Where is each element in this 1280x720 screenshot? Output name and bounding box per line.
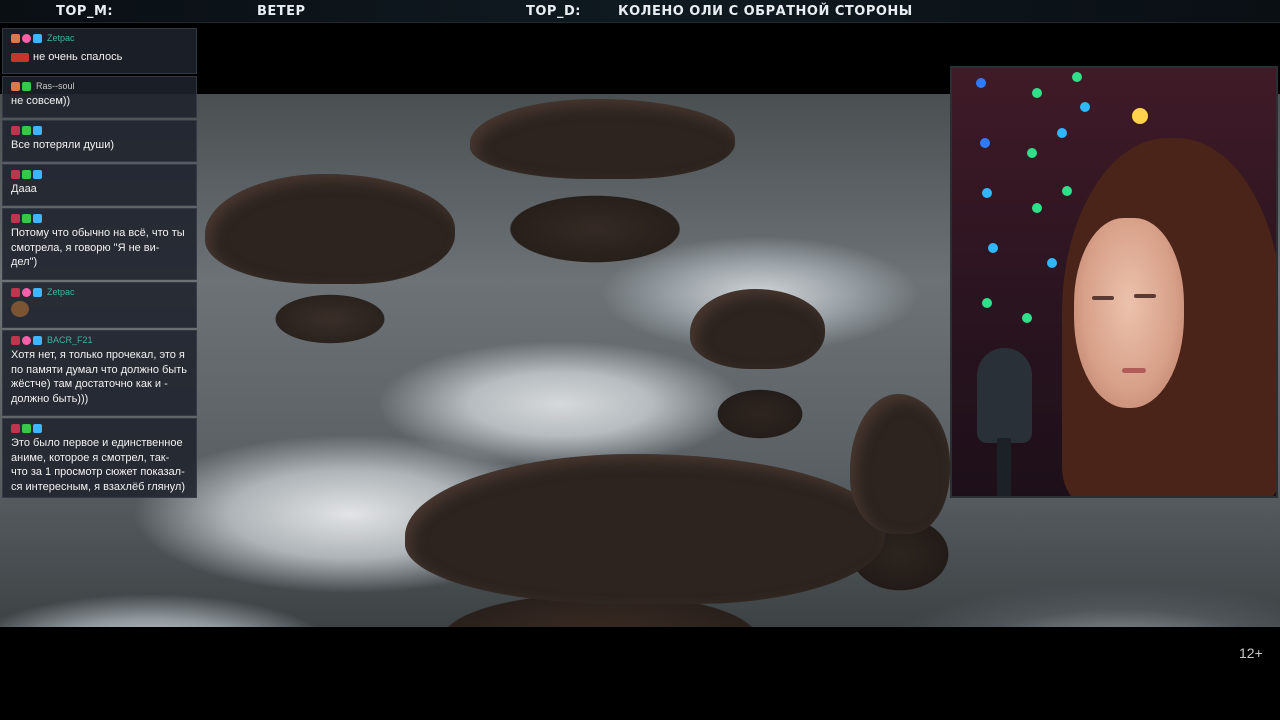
bokeh-light: [980, 138, 990, 148]
bokeh-light: [1080, 102, 1090, 112]
top-d-label: TOP_D:: [526, 4, 581, 19]
sub-badge-icon: [11, 169, 20, 179]
bokeh-light: [988, 243, 998, 253]
chat-message-body: Это было первое и единственное аниме, ко…: [11, 437, 186, 493]
bokeh-light: [1022, 313, 1032, 323]
check-badge-icon: [22, 213, 31, 223]
chat-message-header: [11, 168, 188, 180]
bokeh-light: [1057, 128, 1067, 138]
sub-badge-icon: [11, 335, 20, 345]
chat-message-header: Ras--soul: [11, 80, 188, 92]
chat-username[interactable]: Zetpac: [47, 33, 75, 43]
rock: [405, 454, 885, 604]
check-badge-icon: [22, 423, 31, 433]
heart-badge-icon: [22, 335, 31, 345]
bokeh-light: [982, 188, 992, 198]
microphone-icon: [977, 348, 1032, 443]
chat-message-body: Дааа: [11, 183, 37, 195]
star-badge-icon: [33, 125, 42, 135]
chat-message-header: [11, 212, 188, 224]
chat-message: BACR_F21 Хотя нет, я только прочекал, эт…: [2, 330, 197, 416]
chat-message: Zetpac не очень спалось: [2, 28, 197, 74]
chat-message-header: [11, 422, 188, 434]
bokeh-light: [1027, 148, 1037, 158]
star-badge-icon: [33, 335, 42, 345]
chat-panel: Zetpac не очень спалось Ras--soul не сов…: [2, 28, 197, 500]
emote-icon: [11, 52, 29, 62]
bokeh-light: [1032, 88, 1042, 98]
star-badge-icon: [33, 33, 42, 43]
bokeh-light: [1032, 203, 1042, 213]
rock: [470, 99, 735, 179]
webcam-overlay: [950, 66, 1278, 498]
sub-badge-icon: [11, 423, 20, 433]
sub-badge-icon: [11, 33, 20, 43]
age-rating: 12+: [1239, 645, 1263, 661]
chat-message-body: [11, 298, 188, 322]
bokeh-light: [1072, 72, 1082, 82]
chat-message-header: Zetpac: [11, 286, 188, 298]
chat-username[interactable]: Zetpac: [47, 287, 75, 297]
sub-badge-icon: [11, 213, 20, 223]
bokeh-light: [982, 298, 992, 308]
chat-message: Zetpac: [2, 282, 197, 328]
check-badge-icon: [22, 81, 31, 91]
top-m-label: TOP_M:: [56, 4, 114, 19]
bokeh-light: [1047, 258, 1057, 268]
star-badge-icon: [33, 287, 42, 297]
chat-message-body: Хотя нет, я только прочекал, это я по па…: [11, 349, 188, 405]
check-badge-icon: [22, 169, 31, 179]
chat-username[interactable]: BACR_F21: [47, 335, 93, 345]
bokeh-light: [1062, 186, 1072, 196]
chat-message: Это было первое и единственное аниме, ко…: [2, 418, 197, 498]
top-m-value: ВЕТЕР: [257, 4, 306, 19]
chat-message-body: Все потеряли души): [11, 139, 114, 151]
chat-username[interactable]: Ras--soul: [36, 81, 75, 91]
star-badge-icon: [33, 213, 42, 223]
bokeh-light: [976, 78, 986, 88]
bokeh-light: [1132, 108, 1148, 124]
chat-message-header: Zetpac: [11, 32, 188, 44]
heart-badge-icon: [22, 287, 31, 297]
chat-message: Потому что обычно на всё, что ты смотрел…: [2, 208, 197, 280]
emote-face-icon: [11, 301, 29, 317]
rock: [205, 174, 455, 284]
top-d-value: КОЛЕНО ОЛИ С ОБРАТНОЙ СТОРОНЫ: [618, 4, 913, 19]
sub-badge-icon: [11, 287, 20, 297]
chat-message: Ras--soul не совсем)): [2, 76, 197, 118]
top-info-bar: TOP_M: ВЕТЕР TOP_D: КОЛЕНО ОЛИ С ОБРАТНО…: [0, 0, 1280, 23]
chat-message: Все потеряли души): [2, 120, 197, 162]
mic-stand: [997, 438, 1011, 496]
rock: [690, 289, 825, 369]
chat-message-text: не очень спалось: [11, 50, 188, 65]
chat-message-body: не совсем)): [11, 95, 71, 107]
star-badge-icon: [33, 423, 42, 433]
heart-badge-icon: [22, 33, 31, 43]
chat-message-header: BACR_F21: [11, 334, 188, 346]
check-badge-icon: [22, 125, 31, 135]
streamer-eye: [1134, 294, 1156, 298]
chat-message-header: [11, 124, 188, 136]
chat-message-body: не очень спалось: [33, 51, 123, 63]
rock: [850, 394, 950, 534]
streamer-eye: [1092, 296, 1114, 300]
streamer-mouth: [1122, 368, 1146, 373]
sub-badge-icon: [11, 125, 20, 135]
star-badge-icon: [33, 169, 42, 179]
streamer-face: [1074, 218, 1184, 408]
chat-message: Дааа: [2, 164, 197, 206]
sub-badge-icon: [11, 81, 20, 91]
chat-message-body: Потому что обычно на всё, что ты смотрел…: [11, 227, 185, 268]
